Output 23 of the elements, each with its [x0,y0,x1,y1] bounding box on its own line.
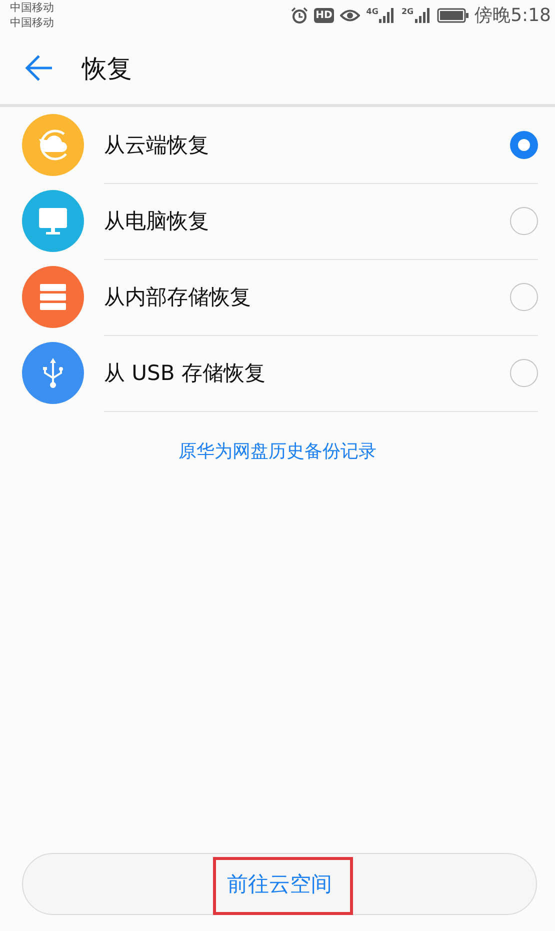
eye-icon [340,8,360,22]
hd-badge: HD [314,8,334,22]
alarm-icon [290,6,308,24]
carrier-name: 中国移动 [10,15,54,30]
signal-icon [379,7,396,23]
radio-button[interactable] [510,358,538,386]
option-label: 从内部存储恢复 [104,284,251,310]
clock-time: 傍晚5:18 [474,4,551,27]
carrier-name: 中国移动 [10,0,54,15]
back-arrow-icon[interactable] [24,54,54,82]
signal-icon [414,7,431,23]
radio-button[interactable] [510,206,538,234]
history-backup-link[interactable]: 原华为网盘历史备份记录 [178,439,376,463]
network-type: 4G [366,7,378,16]
page-title: 恢复 [82,52,132,84]
network-type: 2G [401,7,414,16]
option-label: 从电脑恢复 [104,208,209,234]
option-label: 从云端恢复 [104,132,209,158]
cloud-space-button[interactable]: 前往云空间 [22,853,537,915]
battery-icon [436,8,469,22]
option-label: 从 USB 存储恢复 [104,360,266,386]
radio-button[interactable] [510,130,538,158]
radio-button[interactable] [510,282,538,310]
